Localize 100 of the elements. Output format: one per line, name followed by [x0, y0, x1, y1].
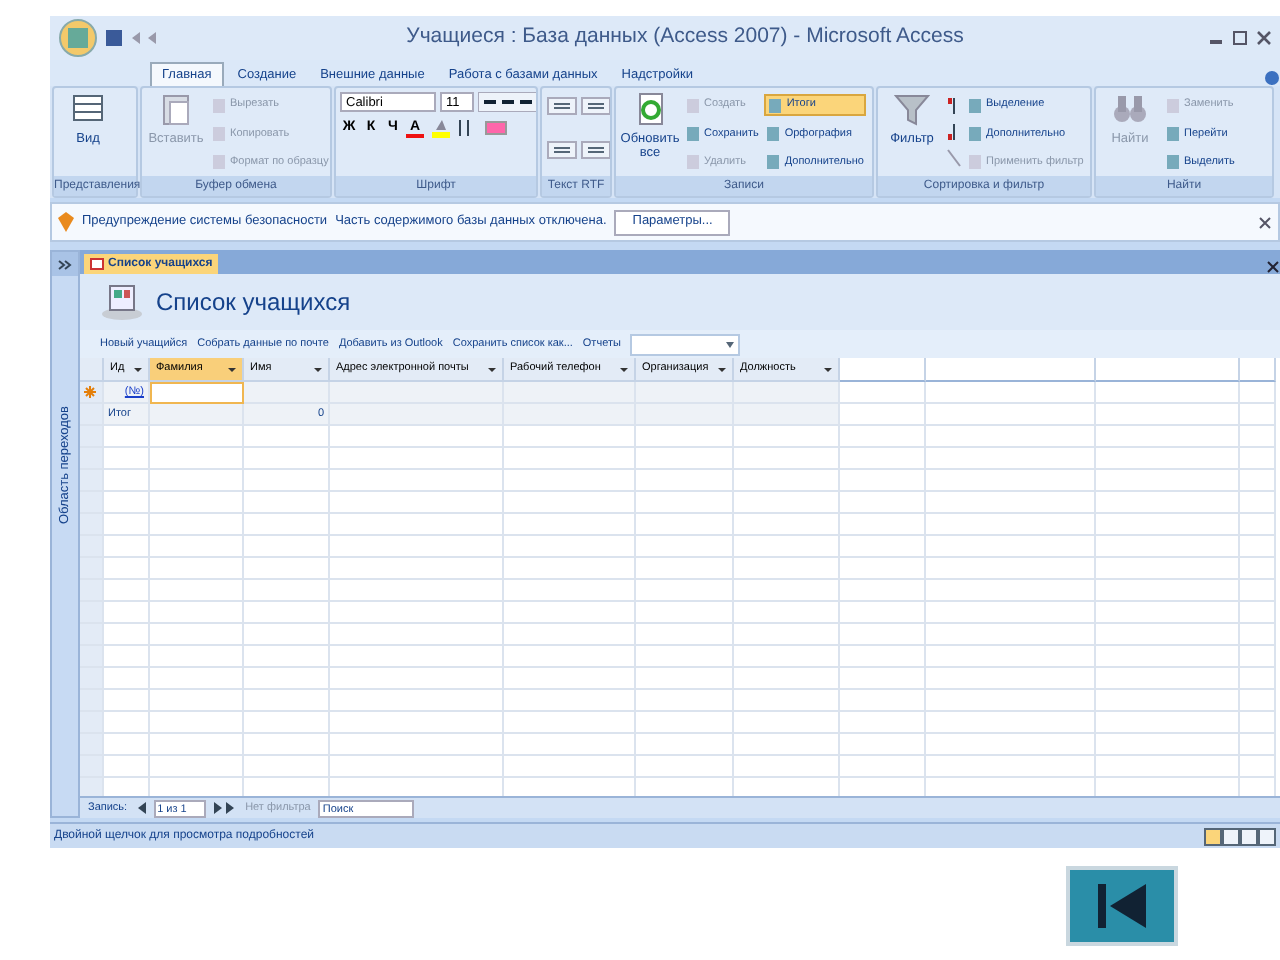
- row-selector: [80, 756, 104, 778]
- table-cell: [840, 602, 926, 624]
- table-cell: [244, 712, 330, 734]
- table-cell: [1240, 602, 1276, 624]
- table-cell: [734, 536, 840, 558]
- table-cell: [1096, 514, 1240, 536]
- table-cell: [504, 426, 636, 448]
- table-cell: [840, 426, 926, 448]
- row-selector: [80, 580, 104, 602]
- table-cell: [636, 668, 734, 690]
- table-cell: [150, 580, 244, 602]
- table-cell: [840, 690, 926, 712]
- row-selector: [80, 448, 104, 470]
- table-cell: [734, 580, 840, 602]
- expand-pane-button[interactable]: [52, 252, 78, 276]
- table-cell: [244, 426, 330, 448]
- table-cell: [734, 492, 840, 514]
- layout-view-icon: [1222, 827, 1240, 845]
- table-cell: [104, 734, 150, 756]
- dropdown-arrow-icon: [620, 365, 628, 373]
- row-selector: [80, 470, 104, 492]
- select-all-cell[interactable]: [80, 358, 104, 382]
- highlight-icon: [428, 118, 452, 138]
- table-cell: [1240, 668, 1276, 690]
- table-cell: [150, 382, 244, 404]
- design-view-icon: [1240, 827, 1258, 845]
- row-selector: [80, 690, 104, 712]
- table-cell: [104, 712, 150, 734]
- row-selector: [80, 558, 104, 580]
- table-cell: [104, 668, 150, 690]
- table-cell: [244, 646, 330, 668]
- close-icon: [1258, 215, 1272, 229]
- table-cell: [1240, 558, 1276, 580]
- table-cell: [636, 382, 734, 404]
- table-cell: [504, 514, 636, 536]
- row-selector: [80, 602, 104, 624]
- row-selector: [80, 668, 104, 690]
- table-cell: [104, 580, 150, 602]
- table-cell: [150, 624, 244, 646]
- row-selector: [80, 536, 104, 558]
- table-cell: [636, 602, 734, 624]
- table-cell: [1096, 580, 1240, 602]
- table-cell: [150, 426, 244, 448]
- table-cell: [636, 514, 734, 536]
- table-cell: [734, 646, 840, 668]
- row-selector: [80, 514, 104, 536]
- table-cell: [636, 646, 734, 668]
- table-cell: [1240, 382, 1276, 404]
- table-cell: [104, 426, 150, 448]
- table-cell: [104, 492, 150, 514]
- table-cell: [734, 404, 840, 426]
- row-selector: [80, 646, 104, 668]
- table-cell: [840, 580, 926, 602]
- skip-back-icon: [1092, 880, 1152, 932]
- table-cell: [504, 470, 636, 492]
- table-cell: [1240, 624, 1276, 646]
- table-cell: [1096, 536, 1240, 558]
- row-selector: [80, 624, 104, 646]
- table-cell: [734, 756, 840, 778]
- table-cell: [244, 668, 330, 690]
- table-cell: [104, 690, 150, 712]
- table-cell: [636, 536, 734, 558]
- table-cell: [1096, 734, 1240, 756]
- table-cell: [150, 646, 244, 668]
- table-cell: [734, 602, 840, 624]
- table-cell: [1240, 734, 1276, 756]
- table-cell: [1240, 690, 1276, 712]
- chevrons-icon: [58, 259, 72, 269]
- table-cell: [840, 470, 926, 492]
- table-cell: [244, 624, 330, 646]
- table-cell: [1096, 756, 1240, 778]
- table-cell: [1096, 602, 1240, 624]
- table-cell: [636, 404, 734, 426]
- save-icon: [106, 30, 122, 46]
- table-cell: [840, 668, 926, 690]
- table-cell: [734, 514, 840, 536]
- row-selector: [80, 426, 104, 448]
- shield-icon: [58, 212, 74, 232]
- table-cell: [1240, 404, 1276, 426]
- table-cell: [504, 448, 636, 470]
- table-cell: [636, 580, 734, 602]
- row-selector: [80, 492, 104, 514]
- table-cell: [1096, 492, 1240, 514]
- table-cell: [244, 734, 330, 756]
- table-cell: [244, 492, 330, 514]
- table-cell: [840, 514, 926, 536]
- office-button-icon: [58, 18, 98, 58]
- first-slide-button[interactable]: [1066, 866, 1178, 946]
- table-cell: [636, 470, 734, 492]
- list-icon: [579, 139, 610, 159]
- clear-sort-icon: [946, 148, 962, 168]
- table-cell: [244, 756, 330, 778]
- table-cell: [636, 756, 734, 778]
- dropdown-arrow-icon: [228, 365, 236, 373]
- table-cell: [840, 558, 926, 580]
- table-cell: [244, 382, 330, 404]
- table-cell: [734, 668, 840, 690]
- fill-color-icon: [484, 118, 508, 138]
- table-cell: [504, 580, 636, 602]
- table-cell: [734, 426, 840, 448]
